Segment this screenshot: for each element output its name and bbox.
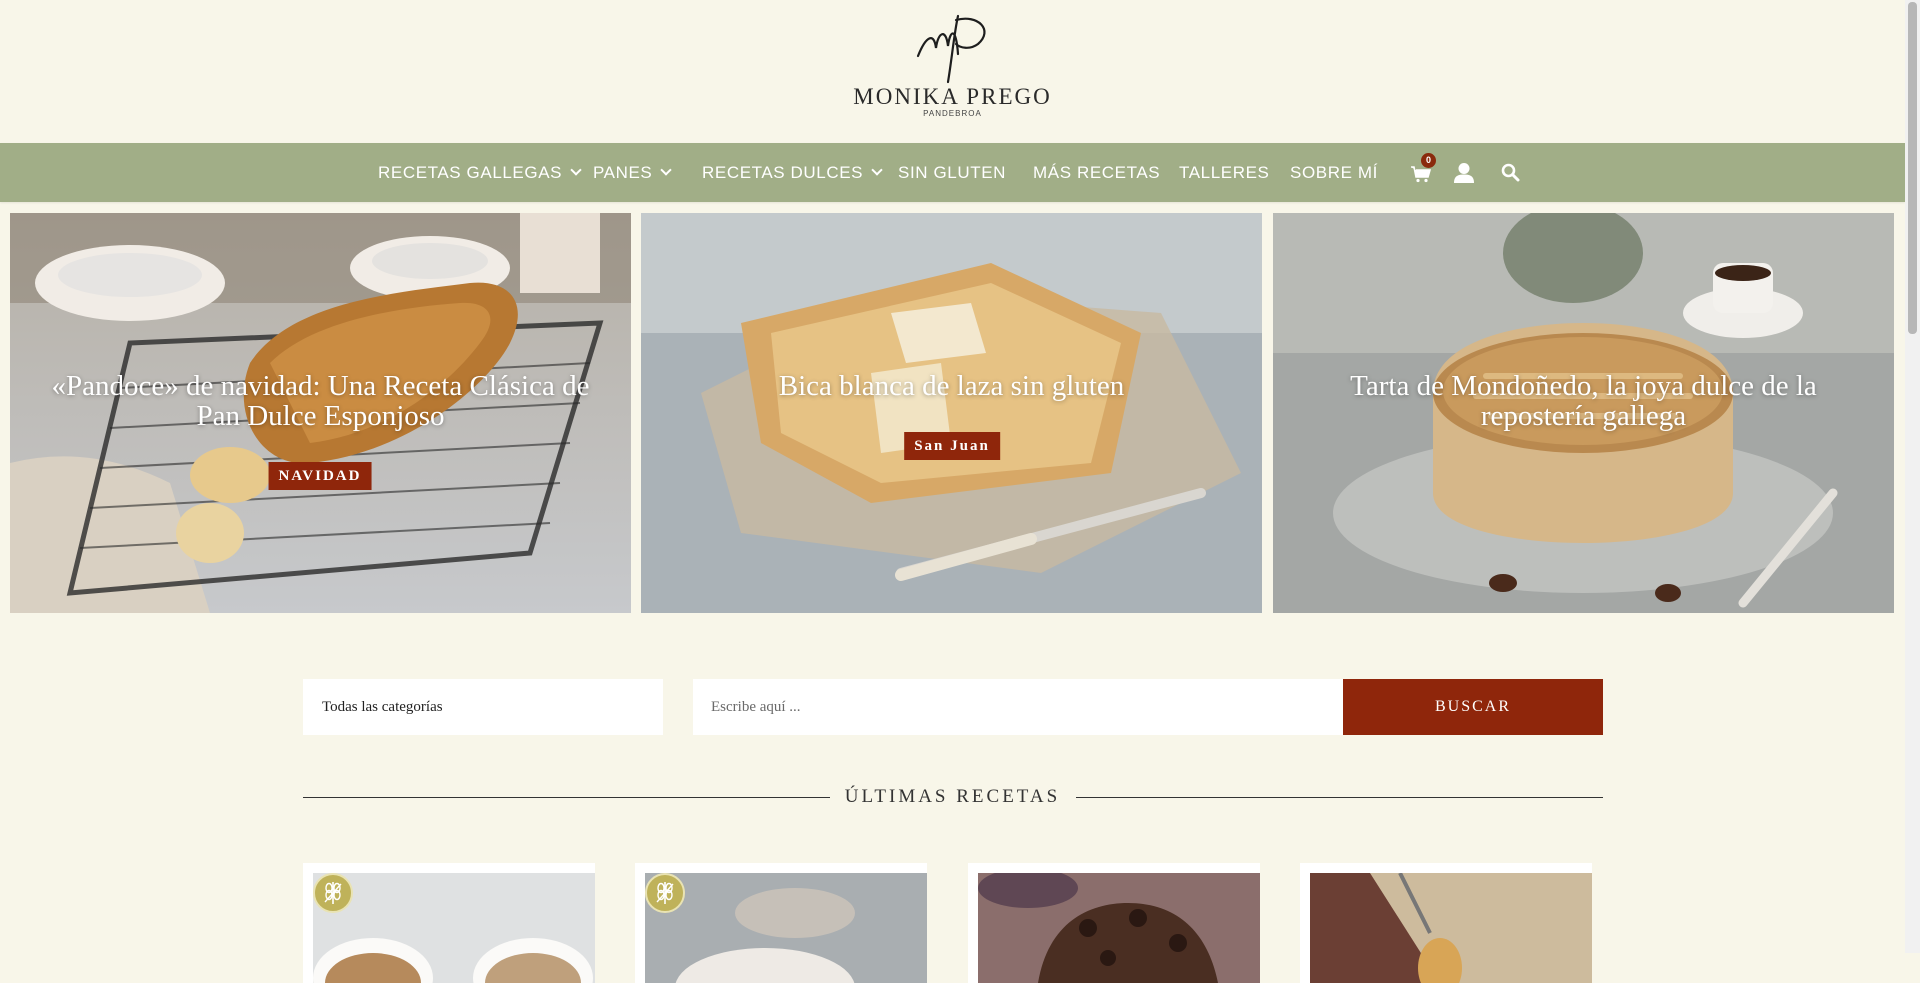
recipe-card[interactable] — [1300, 863, 1592, 983]
page-scrollbar[interactable] — [1905, 0, 1920, 953]
hero-title[interactable]: Bica blanca de laza sin gluten — [671, 371, 1232, 401]
recipe-image — [645, 873, 927, 983]
recipe-image — [1310, 873, 1592, 983]
nav-item-label: TALLERES — [1179, 163, 1270, 182]
search-icon — [1501, 163, 1519, 182]
nav-item-sin-gluten[interactable]: SIN GLUTEN — [898, 143, 1006, 202]
gluten-free-icon — [645, 873, 685, 913]
nav-item-label: PANES — [593, 163, 653, 182]
hero-card-tarta-mondonedo[interactable]: Tarta de Mondoñedo, la joya dulce de la … — [1273, 213, 1894, 613]
site-header: MONIKA PREGO PANDEBROA — [0, 0, 1905, 143]
hero-title[interactable]: Tarta de Mondoñedo, la joya dulce de la … — [1303, 371, 1864, 431]
nav-item-panes[interactable]: PANES — [593, 143, 673, 202]
nav-item-label: SOBRE MÍ — [1290, 163, 1378, 182]
logo-mark-icon[interactable] — [912, 14, 992, 86]
chevron-down-icon — [660, 164, 673, 176]
cart-count-badge: 0 — [1421, 153, 1436, 168]
nav-item-label: SIN GLUTEN — [898, 163, 1007, 182]
brand-subtitle: PANDEBROA — [923, 109, 982, 118]
nav-item-label: RECETAS GALLEGAS — [378, 163, 563, 182]
hero-title[interactable]: «Pandoce» de navidad: Una Receta Clásica… — [40, 371, 601, 431]
recipe-image — [313, 873, 595, 983]
cart-button[interactable]: 0 — [1408, 143, 1436, 202]
nav-item-sobre-mi[interactable]: SOBRE MÍ — [1290, 143, 1378, 202]
hero-card-bica-blanca[interactable]: Bica blanca de laza sin gluten San Juan — [641, 213, 1262, 613]
nav-item-mas-recetas[interactable]: MÁS RECETAS — [1033, 143, 1160, 202]
recipe-card[interactable] — [635, 863, 927, 983]
nav-item-label: MÁS RECETAS — [1033, 163, 1161, 182]
chevron-down-icon — [871, 164, 883, 176]
account-button[interactable] — [1451, 143, 1477, 202]
search-toggle-button[interactable] — [1498, 143, 1522, 202]
gluten-free-icon — [313, 873, 353, 913]
recipe-image — [978, 873, 1260, 983]
scrollbar-thumb[interactable] — [1908, 2, 1917, 334]
hero-image — [641, 213, 1262, 613]
section-title: ÚLTIMAS RECETAS — [844, 786, 1061, 807]
recipe-card[interactable] — [968, 863, 1260, 983]
hero-tag[interactable]: NAVIDAD — [268, 462, 372, 490]
hero-tag[interactable]: San Juan — [904, 432, 1000, 460]
nav-item-label: RECETAS DULCES — [702, 163, 864, 182]
chevron-down-icon — [570, 164, 582, 176]
nav-item-talleres[interactable]: TALLERES — [1179, 143, 1269, 202]
search-input[interactable] — [693, 679, 1343, 735]
main-nav: RECETAS GALLEGAS PANES RECETAS DULCES SI… — [0, 143, 1905, 202]
nav-item-recetas-gallegas[interactable]: RECETAS GALLEGAS — [378, 143, 582, 202]
brand-name[interactable]: MONIKA PREGO — [0, 84, 1905, 110]
hero-card-pandoce[interactable]: «Pandoce» de navidad: Una Receta Clásica… — [10, 213, 631, 613]
recipe-card[interactable] — [303, 863, 595, 983]
search-button[interactable]: BUSCAR — [1343, 679, 1603, 735]
nav-item-recetas-dulces[interactable]: RECETAS DULCES — [702, 143, 883, 202]
category-select[interactable]: Todas las categorías — [303, 679, 663, 735]
user-icon — [1454, 162, 1474, 183]
